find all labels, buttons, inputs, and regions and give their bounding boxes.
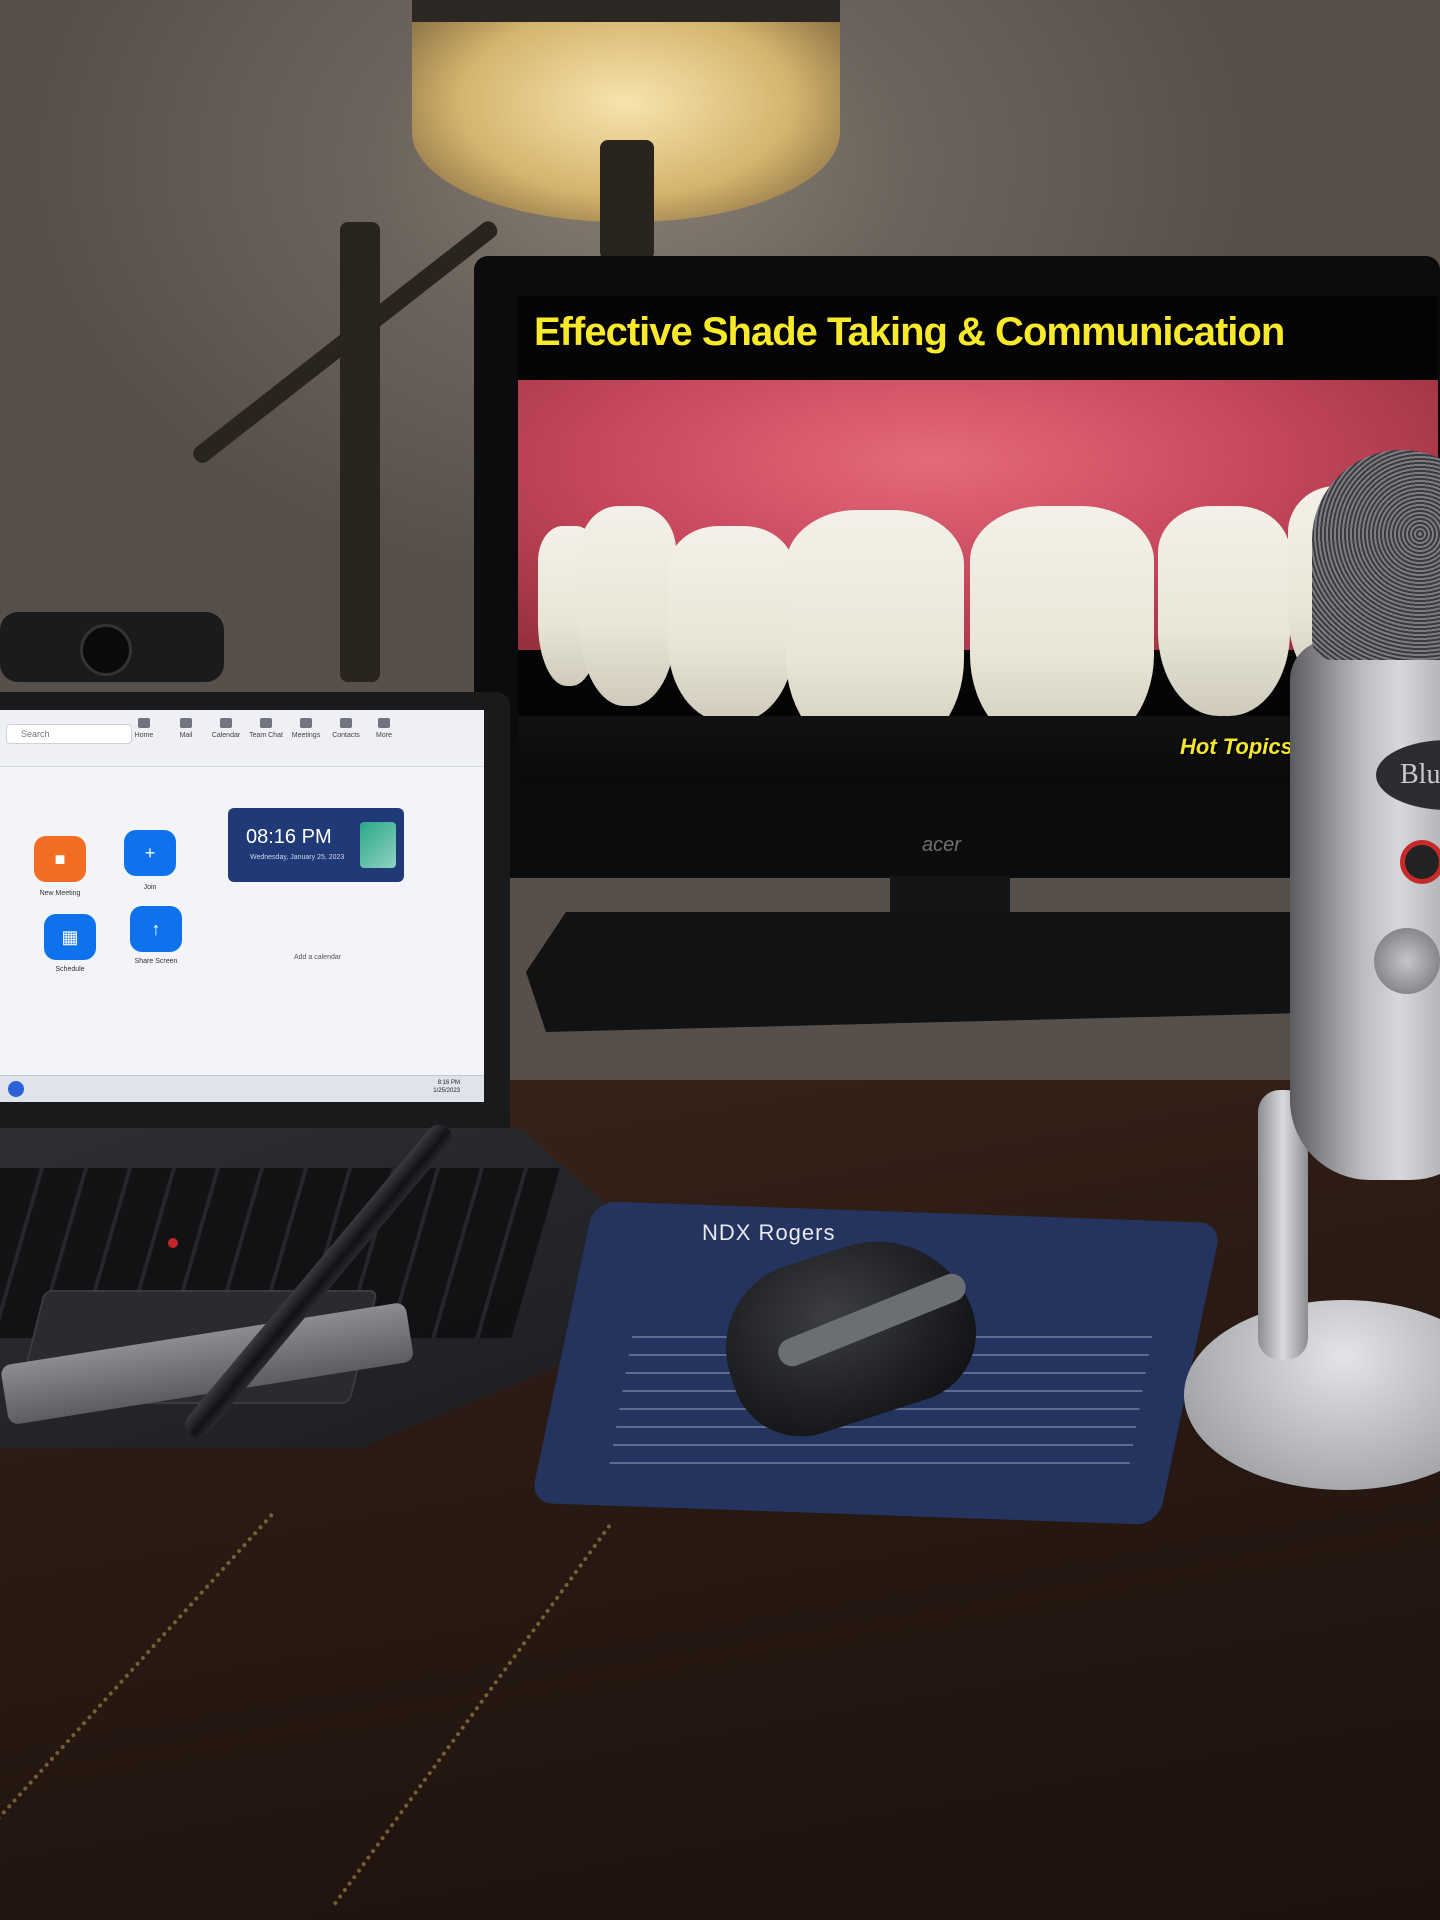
share-screen-label: Share Screen bbox=[134, 958, 178, 965]
nav-label: Home bbox=[134, 732, 154, 739]
clock-date: Wednesday, January 25, 2023 bbox=[250, 854, 345, 861]
schedule-button[interactable]: ▦ bbox=[44, 914, 96, 960]
plus-icon: + bbox=[144, 843, 156, 863]
mousepad-brand: NDX Rogers bbox=[702, 1220, 836, 1245]
monitor-brand-logo: acer bbox=[922, 834, 961, 856]
schedule-label: Schedule bbox=[55, 966, 85, 973]
desk-scene: Effective Shade Taking & Communication H… bbox=[0, 0, 1440, 1920]
share-screen-icon: ↑ bbox=[151, 919, 161, 939]
mute-button bbox=[1400, 840, 1440, 884]
nav-label: More bbox=[376, 732, 392, 739]
join-button[interactable]: + bbox=[124, 830, 176, 876]
start-icon[interactable] bbox=[8, 1081, 24, 1097]
gain-knob bbox=[1374, 928, 1440, 994]
nav-label: Contacts bbox=[332, 732, 360, 739]
nav-label: Team Chat bbox=[249, 732, 283, 739]
tooth bbox=[668, 526, 794, 722]
nav-label: Calendar bbox=[211, 732, 241, 739]
webcam-lens bbox=[80, 624, 132, 676]
nav-mail[interactable]: Mail bbox=[166, 718, 206, 739]
clock-card: 08:16 PM Wednesday, January 25, 2023 bbox=[228, 808, 404, 882]
tooth bbox=[1158, 506, 1290, 716]
more-icon bbox=[378, 718, 390, 728]
laptop-screen: Search Home Mail Calendar Team Chat Meet… bbox=[0, 710, 484, 1102]
lamp-post bbox=[340, 222, 380, 682]
new-meeting-button[interactable]: ■ bbox=[34, 836, 86, 882]
microphone-body bbox=[1290, 640, 1440, 1180]
chat-icon bbox=[260, 718, 272, 728]
webcam bbox=[0, 612, 224, 682]
new-meeting-label: New Meeting bbox=[39, 890, 81, 897]
clock-icon bbox=[300, 718, 312, 728]
taskbar-time: 8:16 PM bbox=[437, 1080, 460, 1086]
search-input[interactable]: Search bbox=[6, 724, 132, 744]
zoom-toolbar: Search Home Mail Calendar Team Chat Meet… bbox=[0, 710, 484, 767]
nav-label: Mail bbox=[179, 732, 193, 739]
clock-time: 08:16 PM bbox=[246, 826, 332, 848]
taskbar: 8:16 PM 1/25/2023 bbox=[0, 1075, 484, 1102]
lamp-neck bbox=[600, 140, 654, 260]
tooth bbox=[580, 506, 676, 706]
video-camera-icon: ■ bbox=[54, 849, 66, 869]
calendar-icon bbox=[220, 718, 232, 728]
slide-title: Effective Shade Taking & Communication bbox=[534, 310, 1285, 354]
nav-more[interactable]: More bbox=[364, 718, 404, 739]
trackpoint bbox=[168, 1238, 178, 1248]
taskbar-clock[interactable]: 8:16 PM 1/25/2023 bbox=[433, 1079, 460, 1095]
contacts-icon bbox=[340, 718, 352, 728]
join-label: Join bbox=[143, 884, 157, 891]
laptop-lid: Search Home Mail Calendar Team Chat Meet… bbox=[0, 692, 510, 1140]
nav-calendar[interactable]: Calendar bbox=[206, 718, 246, 739]
calendar-icon: ▦ bbox=[61, 927, 79, 947]
home-icon bbox=[138, 718, 150, 728]
nav-contacts[interactable]: Contacts bbox=[326, 718, 366, 739]
nav-label: Meetings bbox=[291, 732, 321, 739]
add-calendar-link[interactable]: Add a calendar bbox=[294, 954, 341, 961]
nav-team-chat[interactable]: Team Chat bbox=[246, 718, 286, 739]
share-screen-button[interactable]: ↑ bbox=[130, 906, 182, 952]
nav-meetings[interactable]: Meetings bbox=[286, 718, 326, 739]
taskbar-date: 1/25/2023 bbox=[433, 1088, 460, 1094]
mail-icon bbox=[180, 718, 192, 728]
nav-home[interactable]: Home bbox=[124, 718, 164, 739]
clock-card-art bbox=[360, 822, 396, 868]
